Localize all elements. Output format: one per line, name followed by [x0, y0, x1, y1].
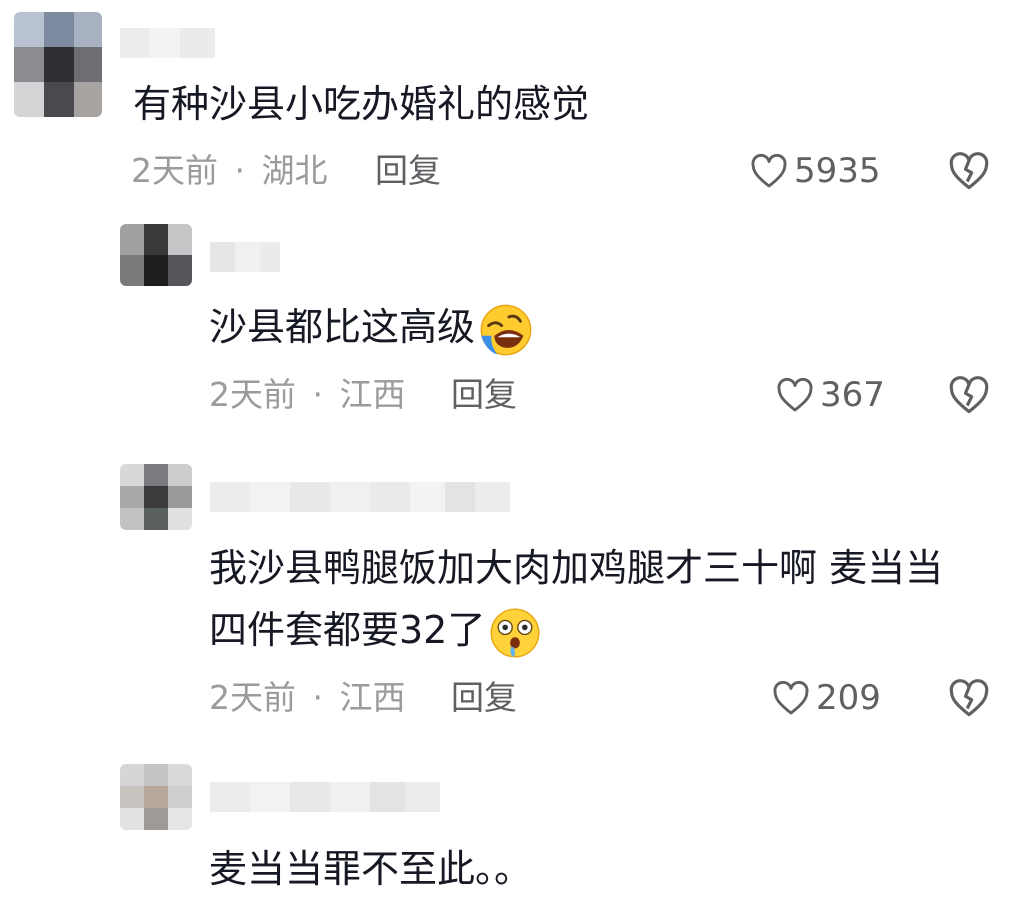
heart-outline-icon [751, 153, 787, 188]
comment-meta: 2天前 · 江西 [209, 375, 406, 415]
comment-location: 湖北 [261, 151, 328, 190]
comment-meta: 2天前 · 江西 [209, 678, 406, 718]
meta-separator: · [312, 375, 324, 414]
dislike-button[interactable] [948, 678, 990, 718]
username-blurred[interactable] [210, 242, 280, 272]
avatar[interactable] [120, 464, 192, 530]
avatar[interactable] [14, 12, 102, 117]
comment-text-line: 四件套都要32了 [209, 599, 943, 661]
heart-outline-icon [773, 680, 809, 715]
comment-text: 麦当当罪不至此。。 [209, 847, 533, 891]
avatar[interactable] [120, 764, 192, 830]
dislike-button[interactable] [948, 375, 990, 415]
comment-location: 江西 [339, 678, 406, 717]
dislike-button[interactable] [948, 151, 990, 191]
username-blurred[interactable] [120, 28, 220, 58]
like-button[interactable]: 209 [772, 678, 881, 718]
like-count: 209 [816, 678, 881, 718]
like-count: 5935 [794, 151, 881, 191]
like-button[interactable]: 367 [776, 375, 885, 415]
drooling-shocked-emoji [490, 608, 540, 657]
meta-separator: · [234, 151, 246, 190]
comment-location: 江西 [339, 375, 406, 414]
broken-heart-icon [949, 376, 989, 414]
comment-text: 沙县都比这高级 [209, 296, 535, 359]
avatar[interactable] [120, 224, 192, 286]
reply-comment-3: 麦当当罪不至此。。 [0, 740, 1025, 916]
like-count: 367 [820, 375, 885, 415]
comment-time: 2天前 [209, 375, 296, 414]
broken-heart-icon [949, 152, 989, 190]
broken-heart-icon [949, 679, 989, 717]
reply-button[interactable]: 回复 [451, 678, 517, 718]
meta-separator: · [312, 678, 324, 717]
reply-button[interactable]: 回复 [375, 151, 441, 191]
username-blurred[interactable] [210, 782, 440, 812]
username-blurred[interactable] [210, 482, 510, 512]
comment-time: 2天前 [131, 151, 218, 190]
comment-text-line: 沙县都比这高级 [209, 305, 476, 349]
reply-button[interactable]: 回复 [451, 375, 517, 415]
like-button[interactable]: 5935 [750, 151, 881, 191]
comment-meta: 2天前 · 湖北 [131, 151, 328, 191]
reply-comment-2: 我沙县鸭腿饭加大肉加鸡腿才三十啊 麦当当 四件套都要32了 2天前 · 江西 回… [0, 440, 1025, 740]
comment-text-line: 我沙县鸭腿饭加大肉加鸡腿才三十啊 麦当当 [209, 546, 944, 590]
comment-text-line-2: 四件套都要32了 [209, 608, 486, 652]
heart-outline-icon [777, 377, 813, 412]
comment-1: 有种沙县小吃办婚礼的感觉 2天前 · 湖北 回复 5935 [0, 0, 1025, 200]
comment-time: 2天前 [209, 678, 296, 717]
reply-comment-1: 沙县都比这高级 2天前 · 江西 回复 367 [0, 200, 1025, 440]
rolling-laugh-emoji [480, 304, 532, 355]
comment-text: 我沙县鸭腿饭加大肉加鸡腿才三十啊 麦当当 四件套都要32了 [209, 537, 943, 661]
comment-text: 有种沙县小吃办婚礼的感觉 [133, 82, 590, 126]
